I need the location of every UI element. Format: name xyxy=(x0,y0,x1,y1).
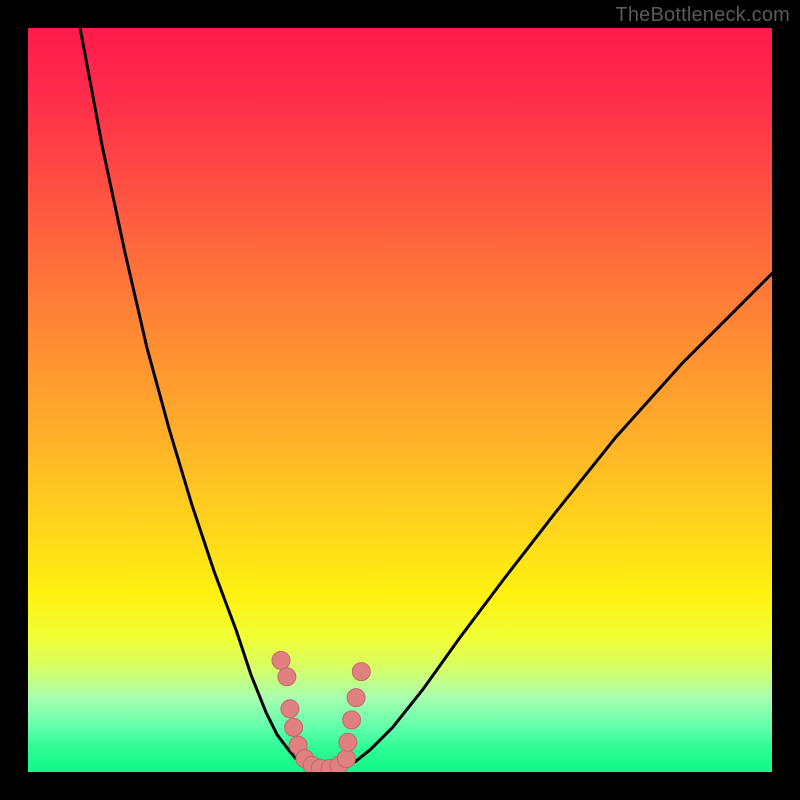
data-marker xyxy=(343,711,361,729)
data-marker xyxy=(272,651,290,669)
data-marker xyxy=(339,733,357,751)
chart-frame: TheBottleneck.com xyxy=(0,0,800,800)
right-curve xyxy=(341,274,773,768)
watermark-text: TheBottleneck.com xyxy=(615,4,790,27)
data-marker xyxy=(285,718,303,736)
data-marker xyxy=(337,750,355,768)
chart-svg xyxy=(28,28,772,772)
data-marker xyxy=(352,663,370,681)
data-marker xyxy=(281,700,299,718)
data-marker xyxy=(278,668,296,686)
plot-area xyxy=(28,28,772,772)
data-markers xyxy=(272,651,370,772)
data-marker xyxy=(347,689,365,707)
